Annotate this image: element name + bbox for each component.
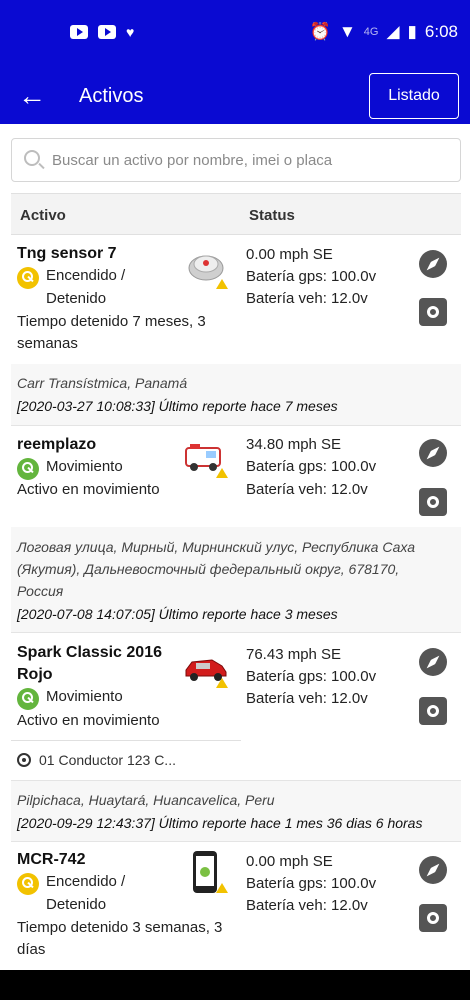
column-active: Activo — [20, 207, 66, 224]
asset-detail: semanas — [17, 335, 78, 352]
last-report: [2020-07-08 14:07:05] Último reporte hac… — [17, 606, 338, 622]
asset-name: Tng sensor 7 — [17, 245, 117, 262]
column-status: Status — [249, 207, 295, 224]
search-box[interactable] — [11, 138, 461, 182]
health-icon: ♥ — [126, 24, 135, 40]
asset-state: Encendido / — [46, 873, 126, 890]
asset-speed: 0.00 mph SE — [246, 246, 333, 263]
status-bar: ♥ ⏰ ▼ 4G ◢ ▮ 6:08 — [0, 0, 470, 70]
battery-veh: Batería veh: 12.0v — [246, 481, 368, 498]
asset-name: Spark Classic 2016 — [17, 644, 162, 661]
gear-icon[interactable] — [419, 697, 447, 725]
asset-state: Movimiento — [46, 458, 123, 475]
compass-icon[interactable] — [419, 856, 447, 884]
sensor-icon — [186, 246, 230, 286]
asset-speed: 76.43 mph SE — [246, 646, 342, 663]
key-icon — [17, 873, 39, 895]
battery-veh: Batería veh: 12.0v — [246, 897, 368, 914]
asset-detail: días — [17, 941, 46, 958]
key-icon — [17, 267, 39, 289]
asset-detail: Activo en movimiento — [17, 712, 160, 729]
last-report: [2020-03-27 10:08:33] Último reporte hac… — [17, 398, 338, 414]
list-button[interactable]: Listado — [369, 73, 459, 119]
asset-speed: 34.80 mph SE — [246, 436, 342, 453]
asset-name: reemplazo — [17, 436, 97, 453]
youtube-icon — [70, 25, 88, 39]
youtube-icon — [98, 25, 116, 39]
asset-state: Movimiento — [46, 688, 123, 705]
asset-state: Detenido — [46, 896, 107, 913]
asset-speed: 0.00 mph SE — [246, 853, 333, 870]
asset-state: Detenido — [46, 290, 107, 307]
asset-detail: Tiempo detenido 3 semanas, 3 — [17, 919, 223, 936]
asset-address: Carr Transístmica, Panamá — [17, 375, 188, 391]
asset-address: (Якутия), Дальневосточный федеральный ок… — [17, 561, 400, 577]
last-report: [2020-09-29 12:43:37] Último reporte hac… — [17, 815, 423, 831]
gear-icon[interactable] — [419, 298, 447, 326]
battery-veh: Batería veh: 12.0v — [246, 690, 368, 707]
wifi-icon: ▼ — [338, 22, 356, 41]
gear-icon[interactable] — [419, 904, 447, 932]
app-bar: ← Activos Listado — [0, 70, 470, 124]
compass-icon[interactable] — [419, 439, 447, 467]
search-input[interactable] — [52, 147, 452, 173]
compass-icon[interactable] — [419, 250, 447, 278]
steering-wheel-icon — [17, 753, 31, 767]
signal-icon: ◢ — [386, 22, 400, 41]
compass-icon[interactable] — [419, 648, 447, 676]
gear-icon[interactable] — [419, 488, 447, 516]
table-header: Activo Status — [11, 193, 461, 235]
battery-gps: Batería gps: 100.0v — [246, 875, 377, 892]
asset-name: Rojo — [17, 666, 53, 683]
asset-detail: Activo en movimiento — [17, 481, 160, 498]
network-label: 4G — [363, 26, 379, 38]
asset-name: MCR-742 — [17, 851, 86, 868]
car-icon — [182, 646, 227, 686]
key-icon — [17, 688, 39, 710]
clock: 6:08 — [424, 22, 458, 41]
key-icon — [17, 458, 39, 480]
phone-icon — [190, 850, 234, 893]
ambulance-icon — [182, 436, 226, 476]
battery-veh: Batería veh: 12.0v — [246, 290, 368, 307]
asset-address: Pilpichaca, Huaytará, Huancavelica, Peru — [17, 792, 275, 808]
search-icon — [24, 150, 40, 166]
asset-address: Логовая улица, Мирный, Мирнинский улус, … — [17, 539, 416, 555]
battery-icon: ▮ — [407, 22, 417, 41]
asset-detail: Tiempo detenido 7 meses, 3 — [17, 313, 206, 330]
battery-gps: Batería gps: 100.0v — [246, 668, 377, 685]
notification-icons: ♥ — [70, 25, 134, 39]
driver-row[interactable]: 01 Conductor 123 C... — [11, 740, 241, 778]
asset-state: Encendido / — [46, 267, 126, 284]
page-title: Activos — [79, 85, 144, 107]
battery-gps: Batería gps: 100.0v — [246, 458, 377, 475]
asset-address: Россия — [17, 583, 64, 599]
alarm-icon: ⏰ — [309, 22, 331, 41]
navigation-bar — [0, 970, 470, 1000]
battery-gps: Batería gps: 100.0v — [246, 268, 377, 285]
driver-name: 01 Conductor 123 C... — [39, 752, 176, 768]
back-arrow-icon[interactable]: ← — [18, 82, 46, 110]
system-icons: ⏰ ▼ 4G ◢ ▮ 6:08 — [310, 22, 458, 42]
